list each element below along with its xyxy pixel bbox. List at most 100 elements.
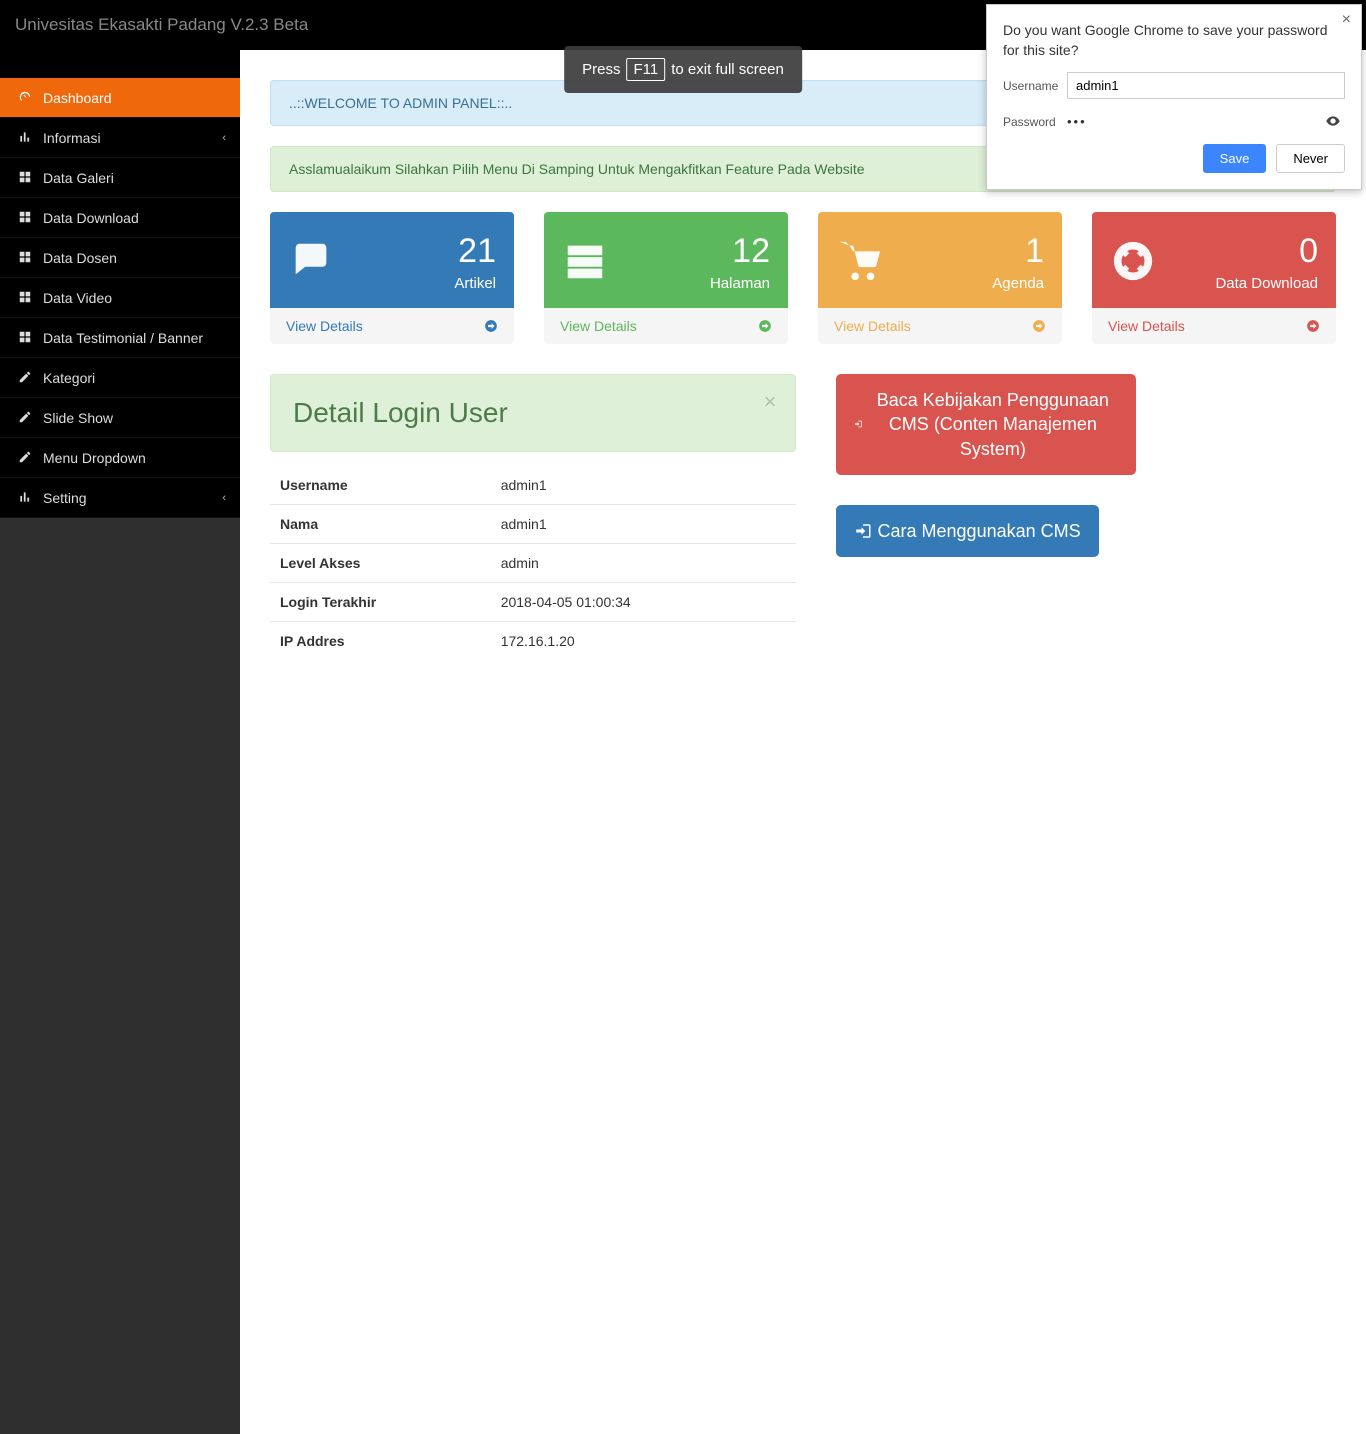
sidebar-item-label: Data Galeri: [43, 170, 114, 186]
card-label: Agenda: [992, 275, 1044, 292]
sidebar-item-label: Data Dosen: [43, 250, 117, 266]
arrow-circle-icon: [1306, 318, 1320, 334]
eye-icon[interactable]: [1325, 113, 1341, 130]
row-value: admin1: [491, 466, 796, 505]
sidebar-item-setting[interactable]: Setting ‹: [0, 478, 240, 518]
policy-button-label: Baca Kebijakan Penggunaan CMS (Conten Ma…: [868, 388, 1117, 461]
grid-icon: [15, 330, 35, 346]
popup-username-row: Username: [1003, 72, 1345, 99]
arrow-circle-icon: [484, 318, 498, 334]
fullscreen-toast: Press F11 to exit full screen: [564, 46, 802, 93]
sidebar-item-label: Slide Show: [43, 410, 113, 426]
detail-title: Detail Login User: [293, 397, 773, 429]
sidebar-item-label: Setting: [43, 490, 87, 506]
arrow-circle-icon: [1032, 318, 1046, 334]
chevron-left-icon: ‹: [222, 492, 226, 504]
save-button[interactable]: Save: [1203, 144, 1267, 173]
app-title: Univesitas Ekasakti Padang V.2.3 Beta: [15, 15, 308, 35]
howto-button-label: Cara Menggunakan CMS: [878, 519, 1081, 543]
view-details-label: View Details: [286, 318, 363, 334]
greeting-text: Asslamualaikum Silahkan Pilih Menu Di Sa…: [289, 161, 865, 177]
card-view-details[interactable]: View Details: [818, 308, 1062, 344]
card-label: Halaman: [710, 275, 770, 292]
view-details-label: View Details: [560, 318, 637, 334]
view-details-label: View Details: [834, 318, 911, 334]
close-icon[interactable]: ×: [1342, 11, 1351, 29]
card-count: 12: [710, 232, 770, 271]
popup-username-input[interactable]: [1067, 72, 1345, 99]
sidebar-item-dashboard[interactable]: Dashboard: [0, 78, 240, 118]
popup-password-value: •••: [1067, 109, 1345, 134]
popup-message: Do you want Google Chrome to save your p…: [1003, 21, 1345, 60]
sidebar-item-label: Informasi: [43, 130, 101, 146]
row-key: Level Akses: [270, 544, 491, 583]
life-ring-icon: [1110, 235, 1156, 289]
grid-icon: [15, 290, 35, 306]
welcome-text: ..::WELCOME TO ADMIN PANEL::..: [289, 95, 512, 111]
signout-icon: [854, 415, 863, 433]
bars-icon: [15, 490, 35, 506]
card-artikel: 21 Artikel View Details: [270, 212, 514, 344]
card-count: 21: [454, 232, 496, 271]
server-icon: [562, 235, 608, 289]
fullscreen-press: Press: [582, 61, 620, 78]
sidebar-item-label: Data Testimonial / Banner: [43, 330, 203, 346]
dashboard-icon: [15, 90, 35, 106]
sidebar-item-informasi[interactable]: Informasi ‹: [0, 118, 240, 158]
grid-icon: [15, 250, 35, 266]
row-value: 172.16.1.20: [491, 622, 796, 661]
table-row: IP Addres172.16.1.20: [270, 622, 796, 661]
row-key: Username: [270, 466, 491, 505]
card-halaman: 12 Halaman View Details: [544, 212, 788, 344]
popup-password-label: Password: [1003, 115, 1067, 129]
sidebar: Dashboard Informasi ‹ Data Galeri Data D…: [0, 50, 240, 966]
card-data-download: 0 Data Download View Details: [1092, 212, 1336, 344]
table-row: Usernameadmin1: [270, 466, 796, 505]
card-label: Artikel: [454, 275, 496, 292]
sidebar-item-data-galeri[interactable]: Data Galeri: [0, 158, 240, 198]
sidebar-item-data-download[interactable]: Data Download: [0, 198, 240, 238]
sidebar-item-data-dosen[interactable]: Data Dosen: [0, 238, 240, 278]
row-value: 2018-04-05 01:00:34: [491, 583, 796, 622]
view-details-label: View Details: [1108, 318, 1185, 334]
signout-icon: [854, 522, 872, 540]
arrow-circle-icon: [758, 318, 772, 334]
card-agenda: 1 Agenda View Details: [818, 212, 1062, 344]
sidebar-item-data-video[interactable]: Data Video: [0, 278, 240, 318]
never-button[interactable]: Never: [1276, 144, 1345, 173]
table-row: Level Aksesadmin: [270, 544, 796, 583]
sidebar-item-menu-dropdown[interactable]: Menu Dropdown: [0, 438, 240, 478]
table-row: Login Terakhir2018-04-05 01:00:34: [270, 583, 796, 622]
grid-icon: [15, 210, 35, 226]
detail-login-panel: Detail Login User × Usernameadmin1 Namaa…: [270, 374, 796, 660]
row-key: Login Terakhir: [270, 583, 491, 622]
edit-icon: [15, 410, 35, 426]
policy-button[interactable]: Baca Kebijakan Penggunaan CMS (Conten Ma…: [836, 374, 1136, 475]
sidebar-item-data-testimonial[interactable]: Data Testimonial / Banner: [0, 318, 240, 358]
fullscreen-key: F11: [627, 58, 666, 81]
sidebar-item-label: Data Video: [43, 290, 112, 306]
popup-password-row: Password •••: [1003, 109, 1345, 134]
chevron-left-icon: ‹: [222, 132, 226, 144]
sidebar-item-kategori[interactable]: Kategori: [0, 358, 240, 398]
edit-icon: [15, 450, 35, 466]
row-key: Nama: [270, 505, 491, 544]
row-value: admin: [491, 544, 796, 583]
sidebar-item-label: Data Download: [43, 210, 139, 226]
popup-username-label: Username: [1003, 79, 1067, 93]
sidebar-item-label: Menu Dropdown: [43, 450, 146, 466]
sidebar-item-slide-show[interactable]: Slide Show: [0, 398, 240, 438]
card-view-details[interactable]: View Details: [1092, 308, 1336, 344]
table-row: Namaadmin1: [270, 505, 796, 544]
card-count: 0: [1215, 232, 1318, 271]
comments-icon: [288, 235, 334, 289]
card-view-details[interactable]: View Details: [270, 308, 514, 344]
howto-button[interactable]: Cara Menggunakan CMS: [836, 505, 1099, 557]
card-label: Data Download: [1215, 275, 1318, 292]
sidebar-item-label: Kategori: [43, 370, 95, 386]
card-view-details[interactable]: View Details: [544, 308, 788, 344]
stat-cards: 21 Artikel View Details 12 Halaman: [270, 212, 1336, 344]
close-icon[interactable]: ×: [764, 389, 777, 415]
detail-table: Usernameadmin1 Namaadmin1 Level Aksesadm…: [270, 466, 796, 660]
row-key: IP Addres: [270, 622, 491, 661]
